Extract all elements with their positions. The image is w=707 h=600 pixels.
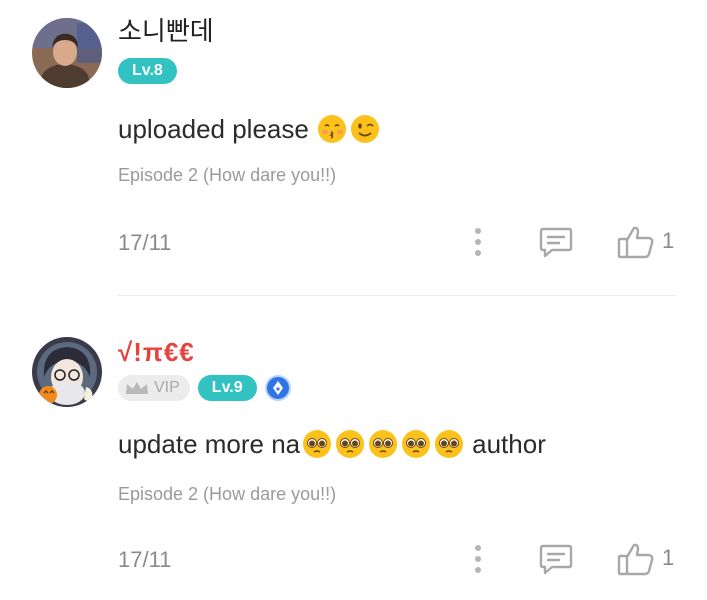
thumbs-up-icon[interactable] — [616, 224, 656, 260]
pleading-face-emoji — [336, 430, 365, 458]
more-vertical-icon[interactable] — [470, 543, 486, 575]
comment-actions: 1 — [462, 541, 692, 577]
username[interactable]: √!π€€ — [118, 337, 195, 367]
comment-text-tail: author — [472, 429, 546, 459]
user-badges: Lv.8 — [118, 58, 177, 84]
writer-badge — [264, 375, 291, 401]
vip-label: VIP — [154, 379, 180, 396]
level-badge: Lv.9 — [197, 375, 257, 401]
emoji-group — [302, 429, 464, 459]
comment-item: 소니빤데 Lv.8 uploaded please Episode 2 (How… — [0, 0, 707, 296]
crown-icon — [126, 382, 148, 394]
comment-actions: 1 — [462, 224, 692, 260]
pleading-face-emoji — [303, 430, 332, 458]
comment-date: 17/11 — [118, 230, 172, 255]
divider — [118, 295, 676, 296]
winking-face-emoji — [350, 115, 379, 143]
pleading-face-emoji — [402, 430, 431, 458]
episode-label[interactable]: Episode 2 (How dare you!!) — [118, 484, 336, 505]
pen-nib-icon — [272, 381, 283, 395]
avatar[interactable] — [32, 337, 102, 407]
episode-label[interactable]: Episode 2 (How dare you!!) — [118, 165, 336, 186]
comment-text: uploaded please — [118, 112, 380, 146]
like-count: 1 — [662, 545, 675, 570]
more-vertical-icon[interactable] — [470, 226, 486, 258]
reply-comment-icon[interactable] — [538, 541, 574, 577]
comment-date: 17/11 — [118, 547, 172, 572]
comment-text-body: update more na — [118, 429, 301, 459]
avatar[interactable] — [32, 18, 102, 88]
user-badges: VIP Lv.9 — [118, 375, 291, 401]
comment-text: update more na author — [118, 427, 546, 461]
reply-comment-icon[interactable] — [538, 224, 574, 260]
comment-item: √!π€€ VIP Lv.9 update more na author Epi… — [0, 297, 707, 600]
level-badge: Lv.8 — [118, 58, 177, 84]
vip-badge: VIP — [118, 375, 190, 401]
comment-text-body: uploaded please — [118, 114, 309, 144]
username[interactable]: 소니빤데 — [118, 16, 214, 46]
thumbs-up-icon[interactable] — [616, 541, 656, 577]
like-count: 1 — [662, 228, 675, 253]
pleading-face-emoji — [369, 430, 398, 458]
pleading-face-emoji — [435, 430, 464, 458]
kissing-face-emoji — [317, 115, 346, 143]
